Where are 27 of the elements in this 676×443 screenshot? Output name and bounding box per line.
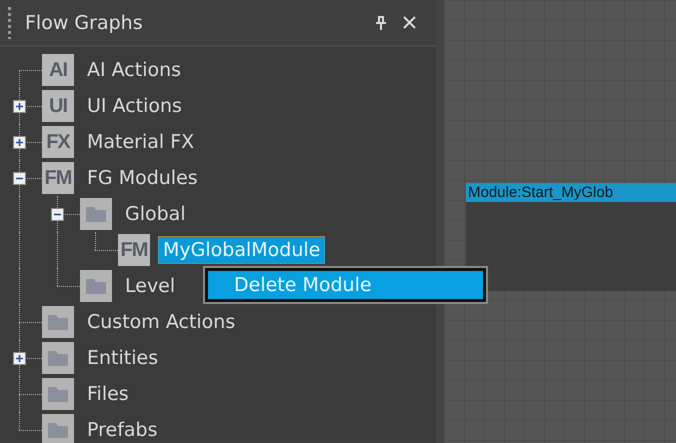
collapse-button[interactable] [13, 172, 26, 185]
expand-button[interactable] [13, 352, 26, 365]
module-icon: FX [42, 126, 74, 158]
tree-item[interactable]: FG Modules [82, 164, 203, 192]
tree-item[interactable]: Material FX [82, 128, 200, 156]
close-icon[interactable] [403, 16, 416, 29]
node-title: Module:Start_MyGlob [466, 183, 676, 202]
module-icon: UI [42, 90, 74, 122]
graph-canvas[interactable]: Module:Start_MyGlob [444, 0, 676, 443]
tree-item[interactable]: Custom Actions [82, 308, 240, 336]
tree-item[interactable]: AI Actions [82, 56, 186, 84]
panel-title: Flow Graphs [25, 12, 144, 34]
expand-button[interactable] [13, 136, 26, 149]
graph-node[interactable]: Module:Start_MyGlob [466, 183, 676, 291]
module-icon: FM [118, 234, 150, 266]
grip-icon[interactable] [8, 6, 11, 38]
tree-item[interactable]: UI Actions [82, 92, 187, 120]
expand-button[interactable] [13, 100, 26, 113]
module-icon: AI [42, 54, 74, 86]
module-icon: FM [42, 162, 74, 194]
tree-item[interactable]: Level [120, 272, 180, 300]
tree-item[interactable]: Prefabs [82, 416, 162, 443]
tree-item[interactable]: Files [82, 380, 134, 408]
tree-item[interactable]: Global [120, 200, 191, 228]
collapse-button[interactable] [51, 208, 64, 221]
pin-icon[interactable] [375, 16, 387, 30]
tree-item[interactable]: Entities [82, 344, 164, 372]
